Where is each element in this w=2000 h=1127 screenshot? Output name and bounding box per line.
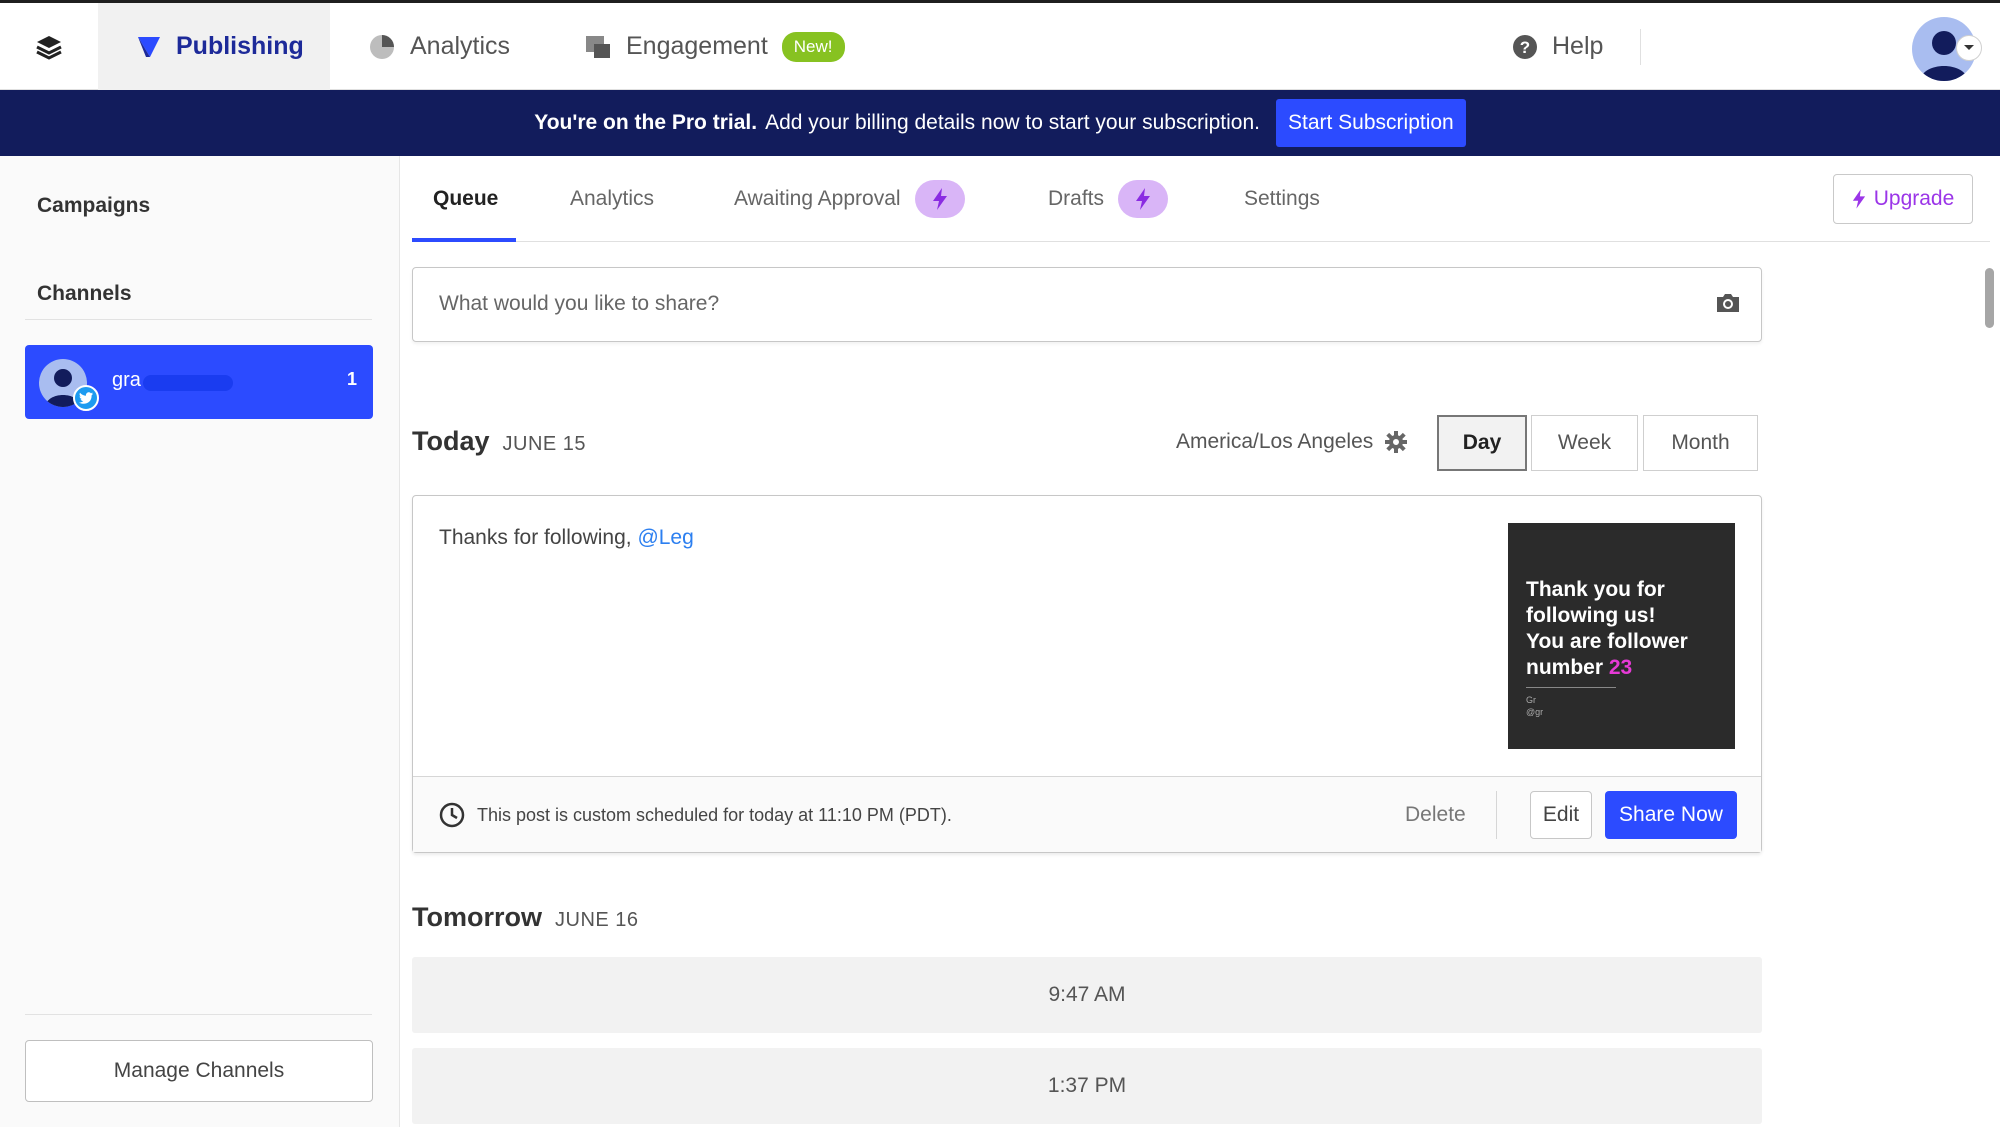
lightning-icon — [1852, 189, 1866, 209]
publishing-icon — [136, 35, 162, 59]
nav-analytics-label: Analytics — [410, 32, 511, 60]
upgrade-button[interactable]: Upgrade — [1833, 174, 1973, 224]
channels-heading: Channels — [37, 282, 132, 305]
nav-help[interactable]: ? Help — [1512, 3, 1603, 90]
post-text: Thanks for following, @Leg — [439, 526, 694, 550]
lightning-icon — [914, 180, 965, 218]
nav-help-label: Help — [1552, 32, 1604, 60]
channel-name-redaction — [143, 375, 233, 391]
manage-channels-button[interactable]: Manage Channels — [25, 1040, 373, 1102]
image-handle-2: @gr — [1526, 707, 1544, 717]
today-heading: Today JUNE 15 — [412, 426, 586, 457]
tab-drafts[interactable]: Drafts — [1048, 156, 1169, 242]
image-line-1: Thank you for — [1526, 578, 1665, 601]
camera-icon[interactable] — [1715, 292, 1741, 319]
pie-chart-icon — [368, 33, 396, 61]
twitter-icon — [73, 385, 99, 411]
nav-analytics[interactable]: Analytics — [368, 3, 510, 90]
image-line-4: number 23 — [1526, 655, 1717, 681]
channel-queue-count: 1 — [346, 369, 357, 389]
timezone-setting[interactable]: America/Los Angeles — [1176, 430, 1408, 454]
time-slot[interactable]: 1:37 PM — [412, 1048, 1762, 1124]
nav-engagement-label: Engagement — [626, 32, 768, 60]
campaigns-link[interactable]: Campaigns — [37, 194, 150, 218]
image-follower-number: 23 — [1608, 656, 1633, 679]
tab-settings[interactable]: Settings — [1244, 156, 1320, 242]
timezone-label: America/Los Angeles — [1176, 430, 1374, 453]
trial-banner-text: Add your billing details now to start yo… — [765, 111, 1260, 134]
nav-divider — [1640, 29, 1641, 65]
post-body: Thanks for following, — [439, 526, 632, 549]
time-slot[interactable]: 9:47 AM — [412, 957, 1762, 1033]
post-image[interactable]: Thank you for following us! You are foll… — [1508, 523, 1735, 749]
engagement-icon — [584, 34, 612, 60]
image-line-3: You are follower — [1526, 630, 1688, 653]
image-line-2: following us! — [1526, 604, 1656, 627]
active-tab-indicator — [412, 238, 516, 242]
tab-awaiting-approval[interactable]: Awaiting Approval — [734, 156, 965, 242]
scheduled-post-card: Thanks for following, @Leg Thank you for… — [412, 495, 1762, 853]
publishing-tabs: Queue Analytics Awaiting Approval Drafts… — [412, 156, 1990, 242]
image-number-label: number — [1526, 656, 1604, 679]
tab-settings-label: Settings — [1244, 187, 1320, 210]
tab-analytics[interactable]: Analytics — [570, 156, 654, 242]
sidebar: Campaigns Channels gra 1 Manage Channels — [0, 156, 400, 1127]
delete-button[interactable]: Delete — [1405, 803, 1466, 827]
image-handle-1: Gr — [1526, 695, 1536, 705]
tab-queue-label: Queue — [433, 187, 499, 210]
account-menu-caret-icon[interactable] — [1956, 35, 1982, 61]
lightning-icon — [1118, 180, 1169, 218]
tomorrow-date: JUNE 16 — [555, 909, 639, 931]
view-day-button[interactable]: Day — [1437, 415, 1527, 471]
composer-placeholder: What would you like to share? — [439, 292, 720, 315]
trial-banner: You're on the Pro trial. Add your billin… — [0, 90, 2000, 156]
share-now-button[interactable]: Share Now — [1605, 791, 1737, 839]
svg-text:?: ? — [1520, 38, 1530, 57]
help-icon: ? — [1512, 34, 1538, 60]
new-badge: New! — [781, 31, 845, 62]
scrollbar-thumb[interactable] — [1985, 268, 1994, 328]
tab-analytics-label: Analytics — [570, 187, 655, 210]
footer-divider — [1496, 791, 1497, 839]
today-label: Today — [412, 426, 490, 456]
nav-engagement[interactable]: Engagement New! — [584, 3, 845, 90]
nav-publishing-label: Publishing — [176, 32, 304, 60]
sidebar-divider — [25, 319, 372, 320]
channel-name: gra — [112, 369, 141, 391]
schedule-info: This post is custom scheduled for today … — [477, 805, 952, 825]
buffer-logo-icon[interactable] — [34, 33, 64, 63]
tomorrow-label: Tomorrow — [412, 902, 542, 932]
edit-button[interactable]: Edit — [1530, 791, 1592, 839]
view-week-button[interactable]: Week — [1531, 415, 1638, 471]
upgrade-label: Upgrade — [1873, 187, 1955, 210]
image-divider — [1526, 687, 1616, 688]
top-navigation: Publishing Analytics Engagement New! ? H… — [0, 0, 2000, 90]
tab-drafts-label: Drafts — [1048, 187, 1105, 210]
today-date: JUNE 15 — [502, 433, 587, 455]
tab-awaiting-approval-label: Awaiting Approval — [734, 187, 901, 210]
trial-banner-bold: You're on the Pro trial. — [534, 111, 758, 134]
view-month-button[interactable]: Month — [1643, 415, 1758, 471]
sidebar-divider-bottom — [25, 1014, 372, 1015]
tomorrow-heading: Tomorrow JUNE 16 — [412, 902, 639, 933]
nav-publishing[interactable]: Publishing — [98, 3, 330, 90]
start-subscription-button[interactable]: Start Subscription — [1275, 99, 1466, 147]
post-footer: This post is custom scheduled for today … — [413, 776, 1761, 852]
post-composer[interactable]: What would you like to share? — [412, 267, 1762, 342]
tab-queue[interactable]: Queue — [433, 156, 498, 242]
post-mention[interactable]: @Leg — [637, 526, 693, 549]
channel-item[interactable]: gra 1 — [25, 345, 373, 419]
clock-icon — [439, 802, 465, 833]
gear-icon[interactable] — [1385, 431, 1408, 453]
